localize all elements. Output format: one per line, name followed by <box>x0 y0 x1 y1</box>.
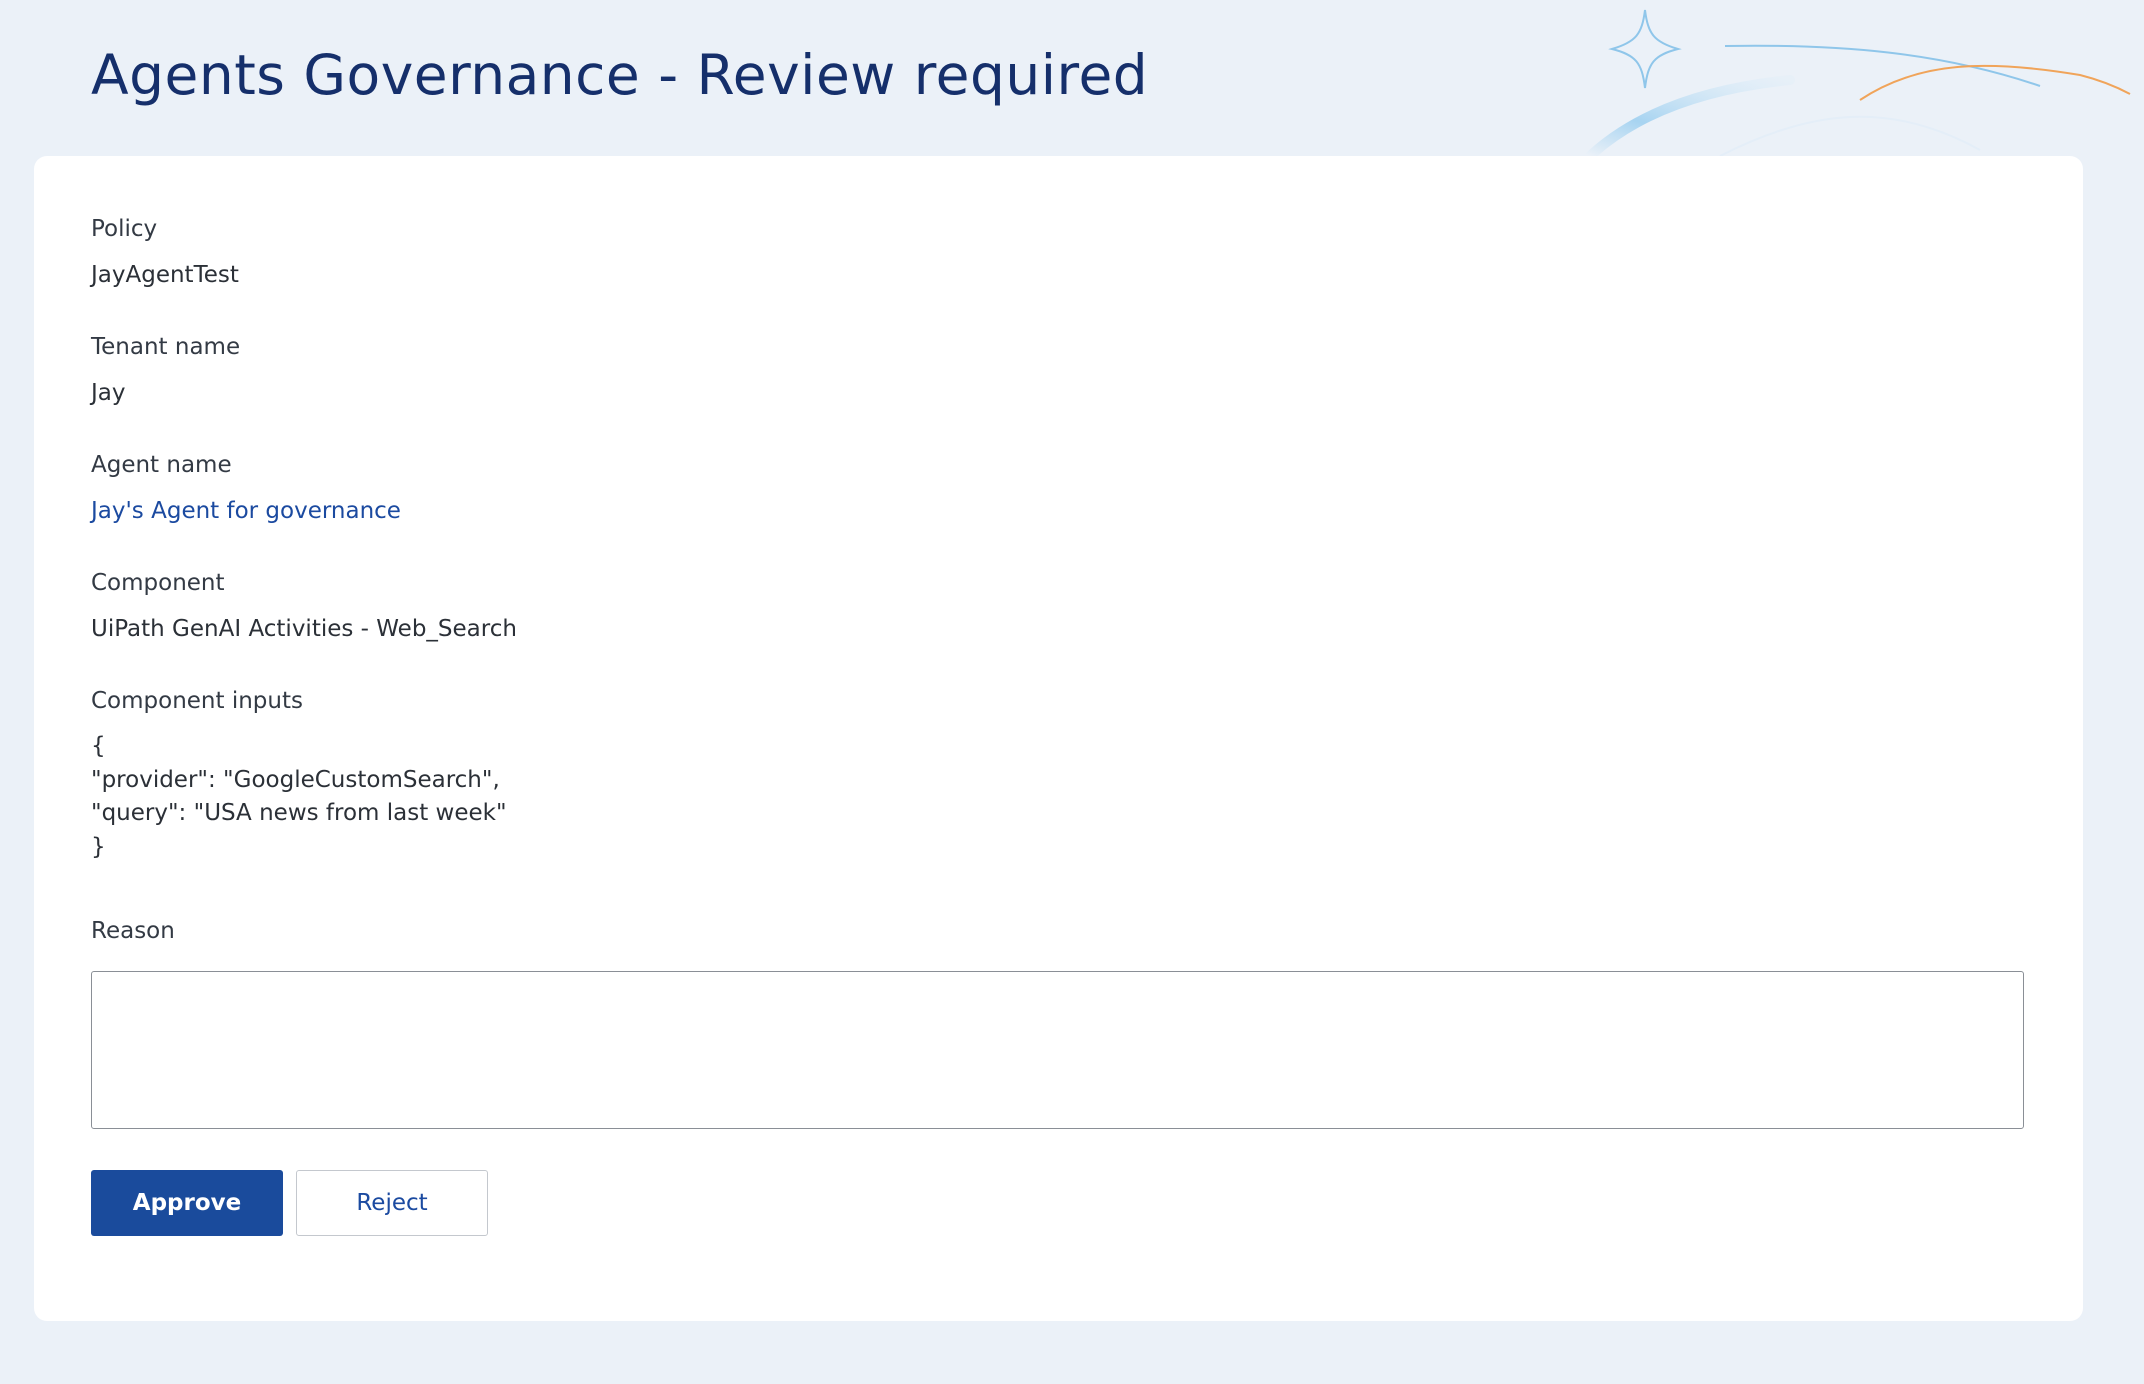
approve-button[interactable]: Approve <box>91 1170 283 1236</box>
json-line: } <box>91 833 106 860</box>
agent-name-link[interactable]: Jay's Agent for governance <box>91 496 401 526</box>
policy-value: JayAgentTest <box>91 262 239 288</box>
component-label: Component <box>91 570 225 596</box>
agent-field: Agent name Jay's Agent for governance <box>91 450 401 526</box>
tenant-field: Tenant name Jay <box>91 332 240 408</box>
agent-label: Agent name <box>91 452 232 478</box>
json-line: { <box>91 733 106 759</box>
json-line: "provider": "GoogleCustomSearch", <box>91 766 500 793</box>
reason-textarea[interactable] <box>91 971 2024 1129</box>
component-value: UiPath GenAI Activities - Web_Search <box>91 616 517 642</box>
sparkle-decoration-icon <box>1585 9 2131 156</box>
reason-label: Reason <box>91 918 175 944</box>
component-inputs-label: Component inputs <box>91 688 303 714</box>
reject-button[interactable]: Reject <box>296 1170 488 1236</box>
reason-field: Reason <box>91 916 175 946</box>
json-line: "query": "USA news from last week" <box>91 800 507 826</box>
policy-field: Policy JayAgentTest <box>91 214 239 290</box>
component-inputs-field: Component inputs { "provider": "GoogleCu… <box>91 686 507 864</box>
review-card: Policy JayAgentTest Tenant name Jay Agen… <box>34 156 2083 1321</box>
page-header: Agents Governance - Review required <box>0 0 2144 156</box>
component-field: Component UiPath GenAI Activities - Web_… <box>91 568 517 644</box>
tenant-value: Jay <box>91 380 126 406</box>
component-inputs-json: { "provider": "GoogleCustomSearch", "que… <box>91 730 507 864</box>
policy-label: Policy <box>91 216 158 242</box>
page-title: Agents Governance - Review required <box>91 43 1149 107</box>
tenant-label: Tenant name <box>91 334 241 360</box>
